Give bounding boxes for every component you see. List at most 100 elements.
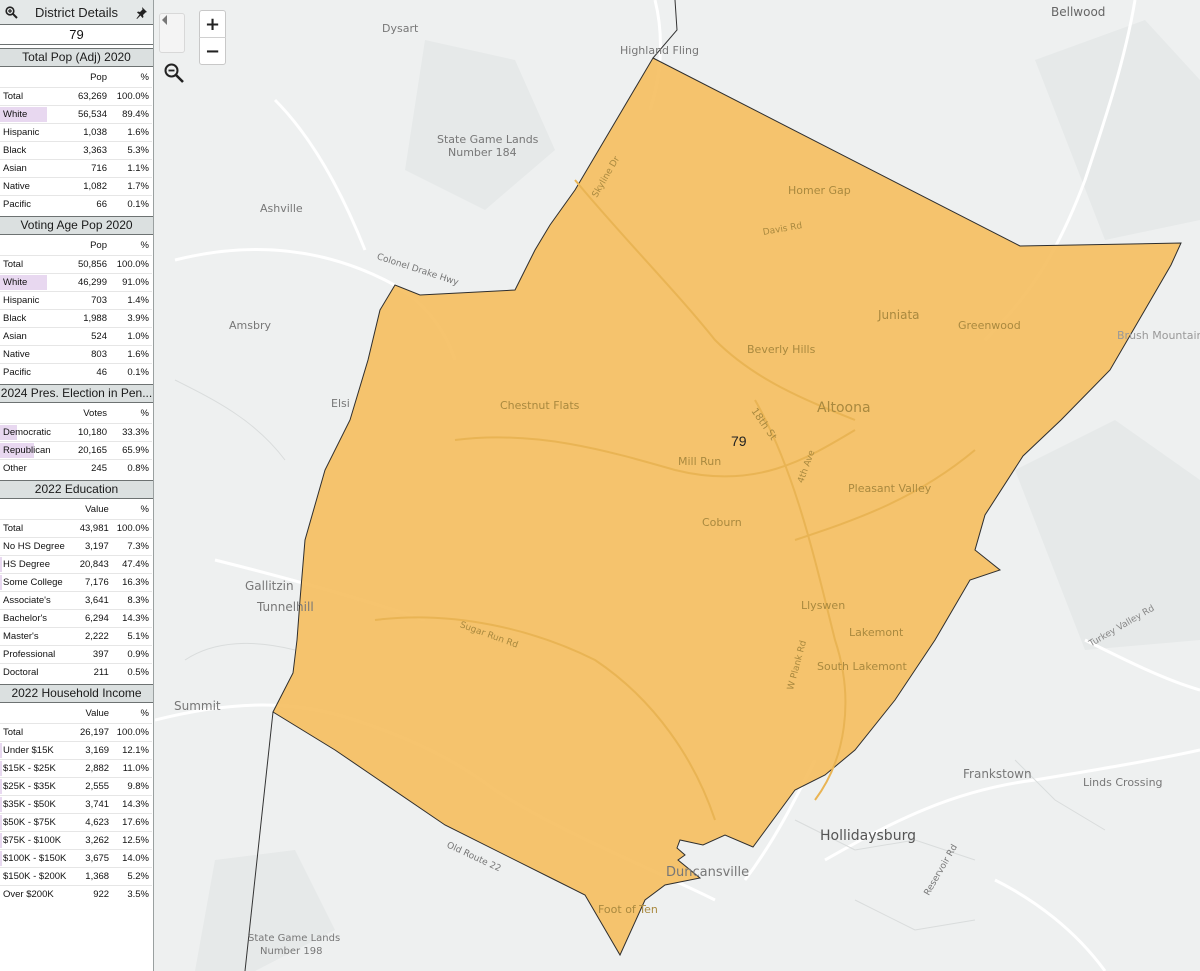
section-title: 2024 Pres. Election in Pen... — [0, 384, 153, 403]
panel-header: District Details — [0, 0, 153, 25]
zoom-in-button[interactable]: + — [199, 11, 226, 37]
row-label: Pacific — [0, 362, 58, 381]
row-value: 10,180 — [58, 422, 110, 441]
map-place-label: Elsi — [331, 397, 350, 410]
row-label: Native — [0, 344, 58, 363]
map-place-label: Number 184 — [448, 146, 517, 159]
table-row: Hispanic 1,038 1.6% — [0, 122, 152, 141]
map-place-label: Coburn — [702, 516, 742, 529]
row-value: 2,555 — [69, 776, 113, 795]
row-value: 211 — [67, 662, 112, 681]
table-row: Associate's 3,641 8.3% — [0, 590, 152, 609]
row-percent: 5.2% — [112, 866, 152, 885]
zoom-out-button[interactable]: − — [199, 37, 226, 64]
row-percent: 17.6% — [112, 812, 152, 831]
row-value: 397 — [67, 644, 112, 663]
map-place-label: Altoona — [817, 400, 871, 416]
row-value: 703 — [58, 290, 110, 309]
row-percent: 100.0% — [110, 254, 152, 273]
table-row: Professional 397 0.9% — [0, 644, 152, 663]
row-value: 46 — [58, 362, 110, 381]
row-value: 716 — [58, 158, 110, 177]
table-row: Pacific 66 0.1% — [0, 194, 152, 213]
row-value: 3,741 — [69, 794, 113, 813]
row-percent: 65.9% — [110, 440, 152, 459]
row-label: No HS Degree — [0, 536, 68, 555]
map-place-label: Frankstown — [963, 767, 1032, 781]
map-view[interactable]: Bellwood Dysart Highland Fling State Game L… — [155, 0, 1200, 971]
row-label: $100K - $150K — [0, 848, 70, 867]
row-percent: 14.3% — [111, 608, 152, 627]
row-percent: 16.3% — [111, 572, 152, 591]
row-value: 46,299 — [58, 272, 110, 291]
row-label: Master's — [0, 626, 68, 645]
row-value: 922 — [69, 884, 113, 903]
row-value: 2,882 — [69, 758, 113, 777]
row-value: 66 — [58, 194, 110, 213]
map-place-label: Amsbry — [229, 319, 271, 332]
table-row: Other 245 0.8% — [0, 458, 152, 477]
row-label: Democratic — [0, 422, 58, 441]
row-percent: 11.0% — [112, 758, 152, 777]
row-value: 245 — [58, 458, 110, 477]
table-row: Native 1,082 1.7% — [0, 176, 152, 195]
proportion-bar — [0, 832, 2, 848]
row-value: 803 — [58, 344, 110, 363]
stats-table: Value% Total 26,197 100.0% Under $15K 3,169 12… — [0, 704, 152, 903]
row-value: 50,856 — [58, 254, 110, 273]
row-label: Asian — [0, 158, 58, 177]
zoom-to-extent-button[interactable] — [163, 62, 185, 84]
row-label: Asian — [0, 326, 58, 345]
column-header-label — [0, 704, 69, 723]
map-place-label: Highland Fling — [620, 44, 699, 57]
section-title: Total Pop (Adj) 2020 — [0, 48, 153, 67]
row-label: HS Degree — [0, 554, 68, 573]
table-row: Total 63,269 100.0% — [0, 86, 152, 105]
row-percent: 3.9% — [110, 308, 152, 327]
proportion-bar — [0, 556, 2, 572]
proportion-bar — [0, 760, 2, 776]
row-percent: 14.0% — [112, 848, 152, 867]
table-row: Asian 524 1.0% — [0, 326, 152, 345]
row-label: Professional — [0, 644, 68, 663]
map-place-label: Brush Mountain — [1117, 329, 1200, 342]
row-value: 7,176 — [67, 572, 112, 591]
proportion-bar — [0, 742, 2, 758]
stats-table: Pop% Total 63,269 100.0% White 56,534 89.4% His… — [0, 68, 152, 213]
row-percent: 100.0% — [110, 86, 152, 105]
row-label: $50K - $75K — [0, 812, 70, 831]
proportion-bar — [0, 574, 2, 590]
table-row: Bachelor's 6,294 14.3% — [0, 608, 152, 627]
row-percent: 0.8% — [110, 458, 152, 477]
row-percent: 1.0% — [110, 326, 152, 345]
row-percent: 1.4% — [110, 290, 152, 309]
proportion-bar — [0, 850, 2, 866]
row-percent: 0.1% — [110, 362, 152, 381]
table-row: White 56,534 89.4% — [0, 104, 152, 123]
row-label: Hispanic — [0, 122, 58, 141]
row-label: Associate's — [0, 590, 68, 609]
table-row: Republican 20,165 65.9% — [0, 440, 152, 459]
map-canvas[interactable] — [155, 0, 1200, 971]
zoom-to-district-icon[interactable] — [4, 5, 18, 19]
row-value: 4,623 — [69, 812, 113, 831]
row-value: 63,269 — [58, 86, 110, 105]
row-value: 1,988 — [58, 308, 110, 327]
row-value: 524 — [58, 326, 110, 345]
table-row: Black 3,363 5.3% — [0, 140, 152, 159]
row-value: 3,262 — [69, 830, 113, 849]
proportion-bar — [0, 814, 2, 830]
row-percent: 100.0% — [111, 518, 152, 537]
table-row: Democratic 10,180 33.3% — [0, 422, 152, 441]
map-place-label: Lakemont — [849, 626, 904, 639]
row-percent: 89.4% — [110, 104, 152, 123]
map-place-label: Bellwood — [1051, 5, 1106, 19]
proportion-bar — [0, 796, 2, 812]
row-percent: 5.3% — [110, 140, 152, 159]
row-value: 3,641 — [67, 590, 112, 609]
column-header-value: Pop — [90, 239, 107, 251]
pin-icon[interactable] — [135, 5, 149, 19]
table-row: Total 26,197 100.0% — [0, 722, 152, 741]
collapse-panel-button[interactable] — [159, 13, 185, 53]
row-label: $75K - $100K — [0, 830, 70, 849]
